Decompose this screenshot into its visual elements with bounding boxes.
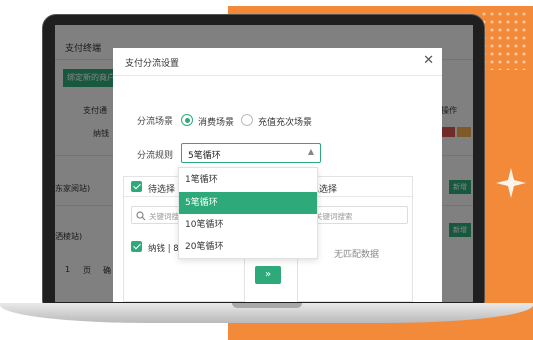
radio-consume-scene[interactable]	[181, 114, 193, 126]
close-icon[interactable]: ✕	[423, 53, 434, 68]
dot-pattern	[480, 10, 530, 70]
chevron-up-icon: ▲	[307, 147, 314, 156]
double-chevron-right-icon: »	[264, 269, 272, 280]
select-all-checkbox[interactable]	[131, 181, 142, 192]
dialog-header: 支付分流设置 ✕	[113, 48, 442, 76]
right-search-input[interactable]: 关键词搜索	[304, 206, 408, 224]
left-panel-title: 待选择	[148, 185, 176, 195]
right-search-placeholder: 关键词搜索	[315, 212, 353, 221]
search-icon	[136, 211, 146, 221]
left-search-placeholder: 关键词搜	[149, 212, 179, 221]
laptop-notch	[232, 303, 302, 308]
dropdown-option[interactable]: 20笔循环	[179, 236, 317, 258]
scene-label: 分流场景	[137, 117, 174, 127]
dropdown-option[interactable]: 1笔循环	[179, 169, 317, 191]
move-right-button[interactable]: »	[255, 266, 281, 284]
rule-select[interactable]: 5笔循环 ▲	[181, 143, 321, 163]
radio-label-consume[interactable]: 消费场景	[198, 115, 234, 128]
laptop-screen: 支付终端 绑定新的商户 支付通 纳钱 操作 东家阅站) 新增 洒棱站) 新增 1…	[55, 25, 473, 302]
payment-split-dialog: 支付分流设置 ✕ 分流场景 消费场景 充值充次场景 分流规则 5笔循环 ▲ 待选…	[113, 48, 442, 302]
rule-label: 分流规则	[137, 151, 174, 161]
empty-state-text: 无匹配数据	[334, 250, 380, 260]
sparkle-icon	[496, 168, 526, 198]
dropdown-option-selected[interactable]: 5笔循环	[179, 192, 317, 214]
radio-label-recharge[interactable]: 充值充次场景	[258, 115, 312, 128]
radio-recharge-scene[interactable]	[241, 114, 253, 126]
item-checkbox[interactable]	[131, 241, 142, 252]
dialog-title: 支付分流设置	[125, 59, 180, 69]
rule-select-value: 5笔循环	[188, 151, 221, 161]
promo-stage: 支付终端 绑定新的商户 支付通 纳钱 操作 东家阅站) 新增 洒棱站) 新增 1…	[0, 0, 533, 340]
rule-dropdown-list: 1笔循环 5笔循环 10笔循环 20笔循环	[178, 167, 318, 259]
dropdown-option[interactable]: 10笔循环	[179, 214, 317, 236]
